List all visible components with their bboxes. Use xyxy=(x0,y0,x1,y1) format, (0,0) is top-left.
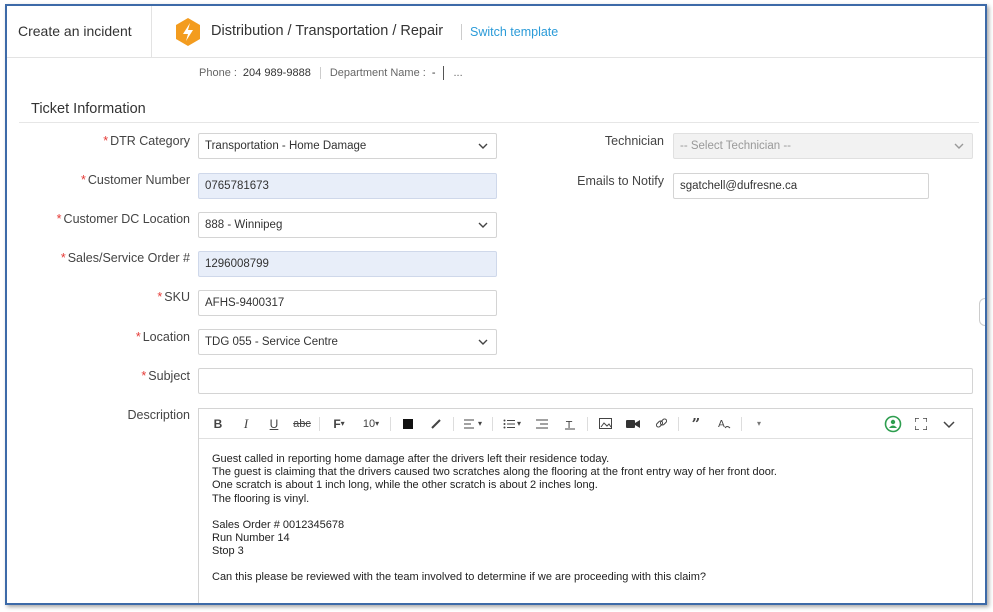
description-editor[interactable]: B I U abc F ▾ 10 ▾ ▾ ▾ T ” A ▾ Guest cal… xyxy=(198,408,973,603)
image-icon[interactable] xyxy=(594,413,616,435)
strikethrough-button[interactable]: abc xyxy=(291,413,313,435)
emails-to-notify-input[interactable]: sgatchell@dufresne.ca xyxy=(673,173,929,199)
description-line: Can this please be reviewed with the tea… xyxy=(212,571,707,584)
description-line: Sales Order # 0012345678 xyxy=(212,518,345,531)
subject-input[interactable] xyxy=(198,368,973,394)
chevron-down-icon xyxy=(478,222,488,228)
template-logo-icon xyxy=(176,18,200,46)
quote-icon[interactable]: ” xyxy=(685,413,707,435)
customer-dc-location-select[interactable]: 888 - Winnipeg xyxy=(198,212,497,238)
customer-number-label: * Customer Number xyxy=(81,173,190,187)
page-title: Create an incident xyxy=(7,6,152,58)
divider xyxy=(319,67,321,79)
location-select[interactable]: TDG 055 - Service Centre xyxy=(198,329,497,355)
font-family-button[interactable]: F ▾ xyxy=(326,413,352,435)
description-label: Description xyxy=(127,408,190,422)
switch-template-link[interactable]: Switch template xyxy=(470,25,558,39)
highlight-pen-icon[interactable] xyxy=(425,413,447,435)
chevron-down-icon xyxy=(478,339,488,345)
description-line: One scratch is about 1 inch long, while … xyxy=(212,479,598,492)
required-marker: * xyxy=(103,134,109,148)
description-content[interactable]: Guest called in reporting home damage af… xyxy=(212,453,777,585)
customer-dc-location-label: * Customer DC Location xyxy=(56,212,190,226)
header-divider xyxy=(461,24,462,40)
special-character-icon[interactable]: A xyxy=(713,413,735,435)
toolbar-divider xyxy=(741,416,742,431)
chevron-down-icon[interactable] xyxy=(938,413,960,435)
video-icon[interactable] xyxy=(622,413,644,435)
sales-service-order-input[interactable]: 1296008799 xyxy=(198,251,497,277)
location-label: * Location xyxy=(135,330,190,344)
toolbar-divider xyxy=(678,416,679,431)
bold-button[interactable]: B xyxy=(207,413,229,435)
template-name: Distribution / Transportation / Repair xyxy=(211,23,444,39)
more-info-button[interactable]: ... xyxy=(453,67,462,79)
sku-input[interactable]: AFHS-9400317 xyxy=(198,290,497,316)
description-line: Run Number 14 xyxy=(212,532,290,545)
toolbar-divider xyxy=(453,416,454,431)
required-marker: * xyxy=(81,173,86,187)
toolbar-divider xyxy=(587,416,588,431)
toolbar-divider xyxy=(390,416,391,431)
chevron-down-icon xyxy=(478,143,488,149)
section-divider xyxy=(19,122,979,123)
chevron-down-icon xyxy=(954,143,964,149)
required-marker: * xyxy=(135,330,141,344)
emails-to-notify-label: Emails to Notify xyxy=(577,174,664,188)
list-button[interactable]: ▾ xyxy=(499,413,525,435)
toolbar-divider xyxy=(319,416,320,431)
department-label: Department Name : xyxy=(329,67,426,79)
description-line: The flooring is vinyl. xyxy=(212,492,310,505)
underline-button[interactable]: U xyxy=(263,413,285,435)
customer-number-input[interactable]: 0765781673 xyxy=(198,173,497,199)
required-marker: * xyxy=(141,369,147,383)
divider xyxy=(443,66,445,80)
subject-label: * Subject xyxy=(141,369,190,383)
clear-format-icon[interactable]: T xyxy=(559,413,581,435)
toolbar-divider xyxy=(492,416,493,431)
assistant-icon[interactable] xyxy=(882,413,904,435)
editor-right-tools xyxy=(882,413,966,435)
technician-select[interactable]: -- Select Technician -- xyxy=(673,133,973,159)
description-line: Guest called in reporting home damage af… xyxy=(212,453,610,465)
description-line: Stop 3 xyxy=(212,545,244,558)
indent-icon[interactable] xyxy=(531,413,553,435)
required-marker: * xyxy=(60,251,66,265)
link-icon[interactable] xyxy=(650,413,672,435)
dtr-category-select[interactable]: Transportation - Home Damage xyxy=(198,133,497,159)
fullscreen-icon[interactable] xyxy=(910,413,932,435)
svg-text:A: A xyxy=(718,419,725,430)
required-marker: * xyxy=(157,290,163,304)
sku-label: * SKU xyxy=(157,290,190,304)
phone-label: Phone : xyxy=(199,67,237,79)
more-options-icon[interactable]: ▾ xyxy=(748,413,770,435)
dtr-category-label: * DTR Category xyxy=(103,134,190,148)
sales-service-order-label: * Sales/Service Order # xyxy=(60,251,190,265)
align-button[interactable]: ▾ xyxy=(460,413,486,435)
description-line: The guest is claiming that the drivers c… xyxy=(212,466,777,479)
text-color-button[interactable] xyxy=(397,413,419,435)
italic-button[interactable]: I xyxy=(235,413,257,435)
technician-label: Technician xyxy=(604,134,664,148)
section-title: Ticket Information xyxy=(31,101,146,117)
contact-info-bar: Phone : 204 989-9888 Department Name : -… xyxy=(199,66,463,80)
editor-toolbar: B I U abc F ▾ 10 ▾ ▾ ▾ T ” A ▾ xyxy=(199,409,972,439)
required-marker: * xyxy=(56,212,62,226)
side-panel-handle[interactable] xyxy=(979,298,985,326)
top-bar: Create an incident Distribution / Transp… xyxy=(7,6,985,58)
phone-value: 204 989-9888 xyxy=(242,67,311,79)
font-size-button[interactable]: 10 ▾ xyxy=(358,413,384,435)
department-value: - xyxy=(431,67,436,79)
window-frame: Create an incident Distribution / Transp… xyxy=(5,4,987,605)
